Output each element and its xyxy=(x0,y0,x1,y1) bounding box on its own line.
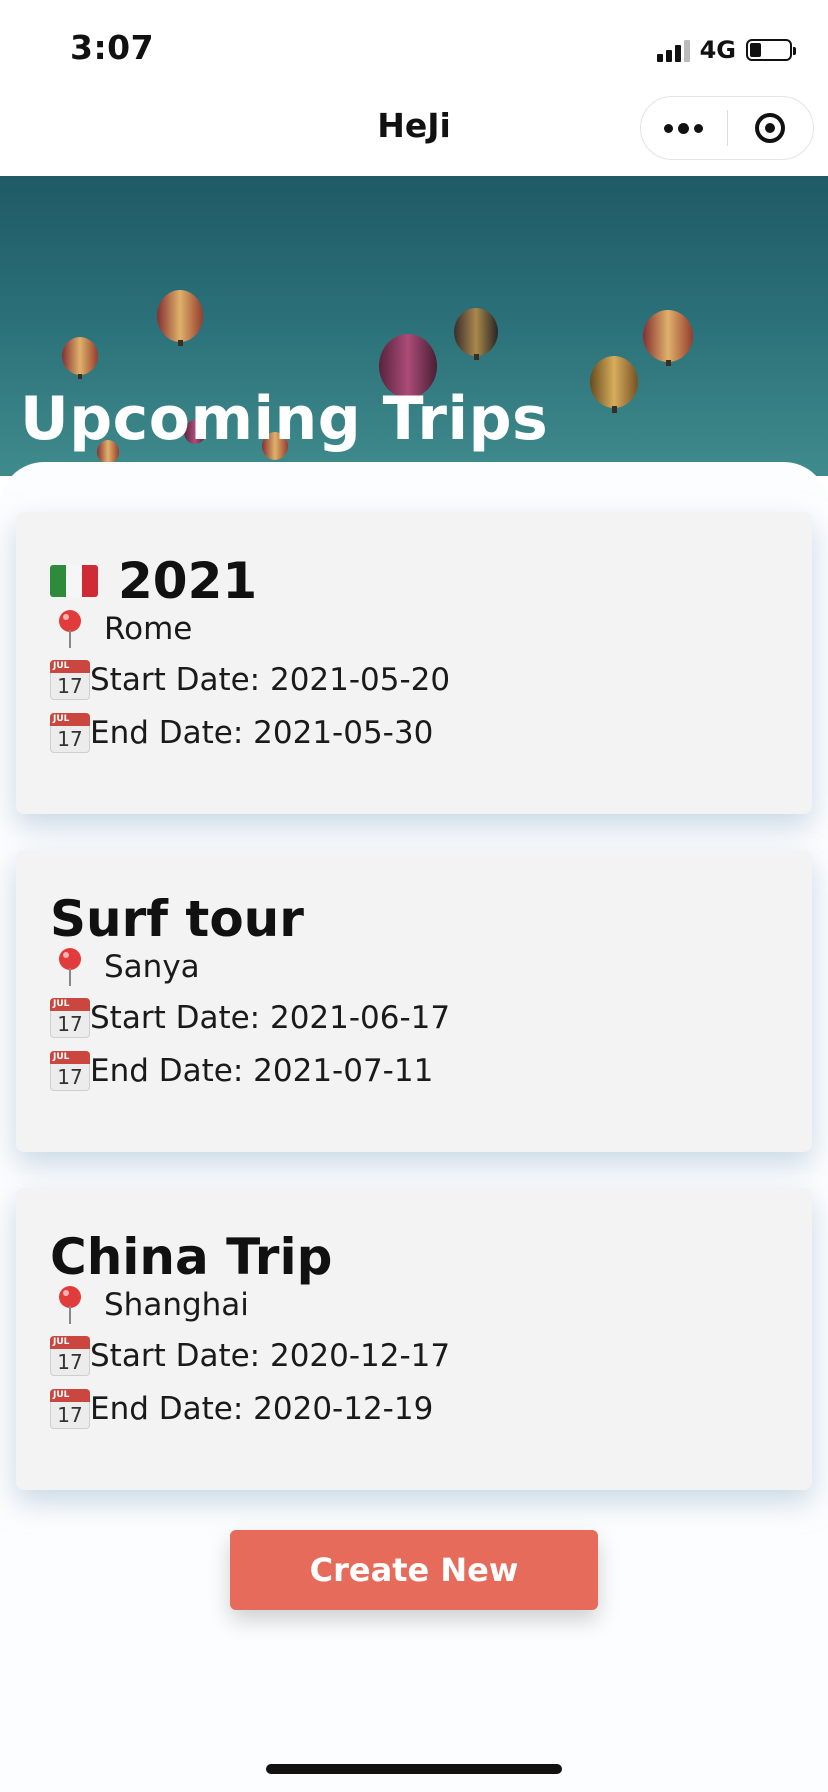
location-pin-icon xyxy=(50,948,90,986)
trip-location: Sanya xyxy=(104,949,200,985)
home-indicator[interactable] xyxy=(266,1764,562,1774)
trip-end-row: JUL 17 End Date: 2021-05-30 xyxy=(50,713,433,753)
more-dots-icon xyxy=(664,122,704,134)
trip-location-row: Sanya xyxy=(50,948,200,986)
trip-title-row: China Trip xyxy=(50,1228,332,1286)
create-new-button[interactable]: Create New xyxy=(230,1530,598,1610)
calendar-icon: JUL 17 xyxy=(50,998,90,1038)
trip-end-row: JUL 17 End Date: 2020-12-19 xyxy=(50,1389,433,1429)
trip-start-date: Start Date: 2020-12-17 xyxy=(90,1338,451,1374)
trip-end-date: End Date: 2021-05-30 xyxy=(90,715,434,751)
trip-start-date: Start Date: 2021-06-17 xyxy=(90,1000,451,1036)
target-circle-icon xyxy=(755,113,786,143)
trip-start-date: Start Date: 2021-05-20 xyxy=(90,662,451,698)
trip-end-date: End Date: 2020-12-19 xyxy=(90,1391,434,1427)
calendar-icon: JUL 17 xyxy=(50,660,90,700)
nav-bar: HeJi xyxy=(0,92,828,176)
calendar-icon: JUL 17 xyxy=(50,713,90,753)
trip-location: Shanghai xyxy=(104,1287,249,1323)
trip-end-date: End Date: 2021-07-11 xyxy=(90,1053,434,1089)
more-button[interactable] xyxy=(641,97,727,159)
mini-program-capsule xyxy=(640,96,814,160)
trip-card[interactable]: Surf tour Sanya JUL 17 Start Date: 2021-0… xyxy=(16,850,812,1152)
hero-banner: Upcoming Trips xyxy=(0,176,828,476)
calendar-icon: JUL 17 xyxy=(50,1336,90,1376)
location-pin-icon xyxy=(50,1286,90,1324)
battery-level xyxy=(750,43,761,57)
status-time: 3:07 xyxy=(70,28,155,67)
location-pin-icon xyxy=(50,610,90,648)
trip-start-row: JUL 17 Start Date: 2021-05-20 xyxy=(50,660,450,700)
status-indicators: 4G xyxy=(656,34,796,66)
trip-title: 2021 xyxy=(118,552,258,610)
battery-icon xyxy=(746,39,796,61)
trip-card[interactable]: 2021 Rome JUL 17 Start Date: 2021-05-20 J… xyxy=(16,512,812,814)
calendar-icon: JUL 17 xyxy=(50,1051,90,1091)
trip-title: Surf tour xyxy=(50,890,304,948)
trip-location-row: Rome xyxy=(50,610,192,648)
trip-title-row: Surf tour xyxy=(50,890,304,948)
hero-title: Upcoming Trips xyxy=(20,384,549,454)
status-bar: 3:07 4G xyxy=(0,0,828,92)
trip-start-row: JUL 17 Start Date: 2021-06-17 xyxy=(50,998,450,1038)
trip-title-row: 2021 xyxy=(50,552,257,610)
calendar-icon: JUL 17 xyxy=(50,1389,90,1429)
network-type: 4G xyxy=(699,36,736,64)
trip-card[interactable]: China Trip Shanghai JUL 17 Start Date: 20… xyxy=(16,1188,812,1490)
trip-start-row: JUL 17 Start Date: 2020-12-17 xyxy=(50,1336,450,1376)
italy-flag-icon xyxy=(50,565,98,597)
trip-end-row: JUL 17 End Date: 2021-07-11 xyxy=(50,1051,433,1091)
trip-location: Rome xyxy=(104,611,193,647)
trip-title: China Trip xyxy=(50,1228,333,1286)
trip-location-row: Shanghai xyxy=(50,1286,249,1324)
close-mini-program-button[interactable] xyxy=(728,97,814,159)
cellular-signal-icon xyxy=(656,38,690,62)
